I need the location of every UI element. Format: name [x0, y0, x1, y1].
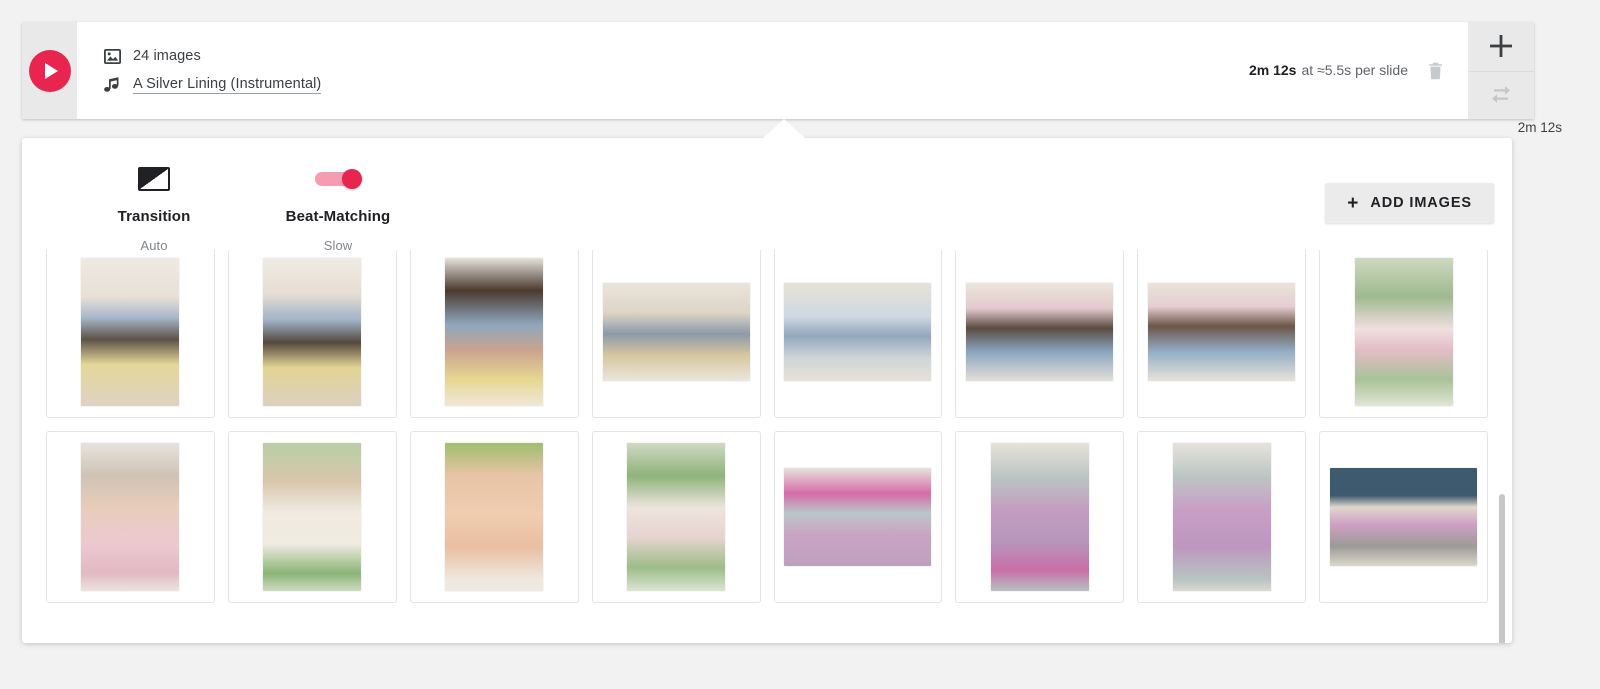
- image-grid-cell[interactable]: [591, 431, 761, 603]
- newborn-sleeping-purple-wrap: [1172, 443, 1271, 591]
- delete-music-button[interactable]: [1424, 60, 1446, 82]
- duration-per-slide: at ≈5.5s per slide: [1301, 61, 1408, 78]
- image-grid: [46, 250, 1488, 603]
- image-grid-cell[interactable]: [46, 250, 215, 418]
- toggle-knob: [341, 169, 362, 189]
- image-grid-cell[interactable]: [955, 250, 1125, 418]
- image-grid-cell[interactable]: [227, 250, 397, 418]
- plus-icon: +: [1347, 192, 1359, 214]
- newborn-in-flower-bowl: [627, 443, 726, 591]
- duration-text-group: 2m 12s at ≈5.5s per slide: [1249, 62, 1408, 80]
- shuffle-repeat-button[interactable]: [1468, 70, 1534, 119]
- slideshow-meta: 24 images A Silver Lining (Instrumental): [103, 46, 322, 95]
- total-duration-label: 2m 12s: [1517, 120, 1562, 135]
- play-icon: [45, 62, 58, 79]
- boy-holding-newborn-sitting-2: [263, 258, 362, 406]
- header-action-buttons: [1468, 22, 1534, 119]
- add-images-label: ADD IMAGES: [1370, 195, 1472, 211]
- newborn-white-wrap-greenery: [263, 443, 362, 591]
- newborn-in-floral-wreath: [1354, 258, 1453, 406]
- slideshow-settings-panel: Transition Auto Beat-Matching Slow + ADD…: [22, 138, 1512, 643]
- newborn-face-closeup: [445, 443, 544, 591]
- image-grid-cell[interactable]: [773, 250, 943, 418]
- duration-info: 2m 12s at ≈5.5s per slide: [1249, 60, 1468, 82]
- toggle-switch-icon[interactable]: [314, 169, 362, 189]
- image-grid-cell[interactable]: [46, 431, 215, 603]
- image-grid-viewport: [22, 250, 1512, 643]
- boy-kissing-newborn: [445, 258, 544, 406]
- slideshow-header-bar: 24 images A Silver Lining (Instrumental): [22, 22, 1534, 119]
- images-count-row: 24 images: [103, 46, 321, 66]
- image-grid-cell[interactable]: [1137, 250, 1307, 418]
- beat-matching-icon-wrap: [314, 162, 362, 196]
- music-track-link[interactable]: A Silver Lining (Instrumental): [133, 76, 322, 94]
- two-kids-and-newborn-on-blanket: [602, 283, 750, 381]
- transition-split-square-icon: [138, 167, 170, 191]
- newborn-with-headband-pink-wrap: [81, 443, 180, 591]
- transition-label: Transition: [117, 208, 191, 225]
- image-grid-cell[interactable]: [1137, 431, 1307, 603]
- play-button-zone: [22, 22, 77, 119]
- header-main: 24 images A Silver Lining (Instrumental): [77, 22, 1468, 119]
- images-count-label: 24 images: [133, 48, 201, 64]
- image-grid-cell[interactable]: [409, 431, 579, 603]
- image-grid-cell[interactable]: [773, 431, 943, 603]
- grid-scrollbar-thumb[interactable]: [1499, 493, 1505, 643]
- photo-icon: [103, 47, 122, 66]
- three-siblings-lying-down: [1148, 283, 1296, 381]
- beat-matching-label: Beat-Matching: [285, 208, 391, 225]
- add-button[interactable]: [1468, 22, 1534, 71]
- siblings-kissing-newborn-overhead: [966, 283, 1114, 381]
- music-note-icon: [103, 76, 122, 95]
- newborn-purple-bonnet-in-basket: [990, 443, 1089, 591]
- duration-value: 2m 12s: [1248, 61, 1297, 78]
- image-grid-cell[interactable]: [1319, 250, 1488, 418]
- image-grid-cell[interactable]: [955, 431, 1125, 603]
- image-grid-cell[interactable]: [409, 250, 579, 418]
- transition-control[interactable]: Transition Auto: [100, 162, 208, 253]
- image-grid-cell[interactable]: [1319, 431, 1488, 603]
- newborn-purple-wrap-with-flowers: [784, 468, 932, 566]
- image-grid-cell[interactable]: [591, 250, 761, 418]
- panel-controls-row: Transition Auto Beat-Matching Slow + ADD…: [22, 138, 1512, 253]
- transition-icon-wrap: [138, 162, 170, 196]
- control-group: Transition Auto Beat-Matching Slow: [22, 162, 392, 253]
- beat-matching-control[interactable]: Beat-Matching Slow: [284, 162, 392, 253]
- play-button[interactable]: [28, 49, 71, 92]
- image-grid-cell[interactable]: [227, 431, 397, 603]
- panel-caret-pointer: [762, 119, 806, 139]
- grid-scrollbar-track[interactable]: [1498, 250, 1506, 643]
- add-images-button[interactable]: + ADD IMAGES: [1325, 183, 1494, 223]
- music-track-row: A Silver Lining (Instrumental): [103, 75, 322, 95]
- three-children-portrait-standing: [784, 283, 932, 381]
- slideshow-editor-page: 24 images A Silver Lining (Instrumental): [0, 0, 1600, 689]
- boy-holding-newborn-sitting-1: [81, 258, 180, 406]
- newborn-in-grey-bowl-with-flowers: [1330, 468, 1478, 566]
